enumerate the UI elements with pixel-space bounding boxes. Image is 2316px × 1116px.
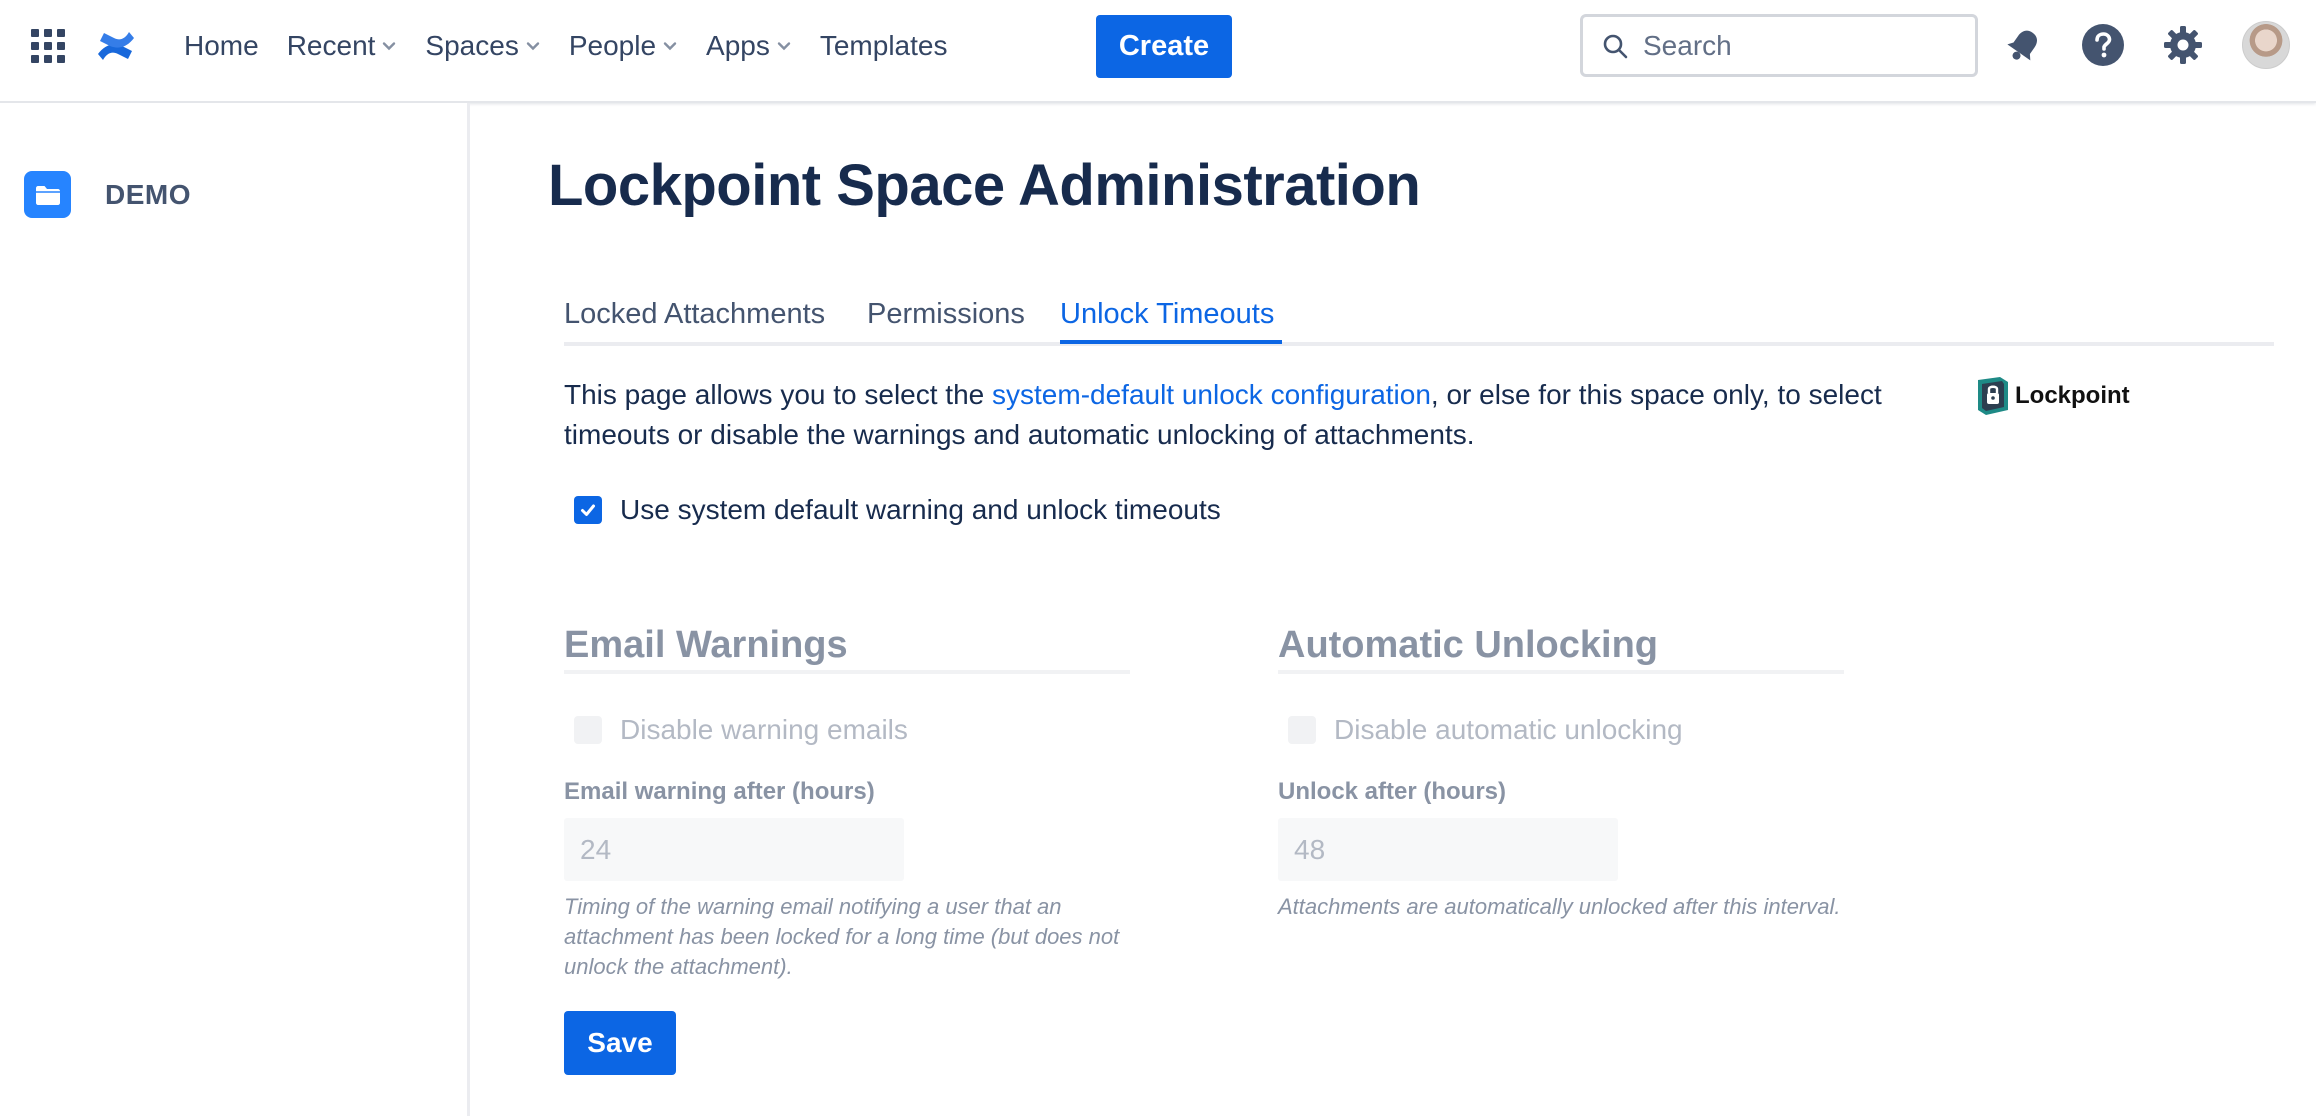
nav-recent[interactable]: Recent xyxy=(273,18,412,74)
primary-nav: Home Recent Spaces People Apps Templates xyxy=(170,0,961,92)
confluence-logo[interactable] xyxy=(94,24,138,68)
nav-apps[interactable]: Apps xyxy=(692,18,806,74)
chevron-down-icon xyxy=(526,42,540,51)
use-default-label: Use system default warning and unlock ti… xyxy=(620,494,1221,525)
space-name: DEMO xyxy=(105,178,191,210)
email-warnings-heading: Email Warnings xyxy=(564,624,848,666)
notification-icon[interactable] xyxy=(2002,23,2046,67)
nav-home-label: Home xyxy=(184,30,259,61)
unlock-help: Attachments are automatically unlocked a… xyxy=(1278,894,1841,919)
disable-auto-unlock-checkbox[interactable] xyxy=(1288,716,1316,744)
app-switcher-icon[interactable] xyxy=(31,29,65,63)
lockpoint-logo: Lockpoint xyxy=(1974,376,2130,416)
disable-auto-unlock-row[interactable]: Disable automatic unlocking xyxy=(1288,714,1683,746)
help-icon[interactable] xyxy=(2081,23,2125,67)
disable-auto-unlock-label: Disable automatic unlocking xyxy=(1334,714,1683,745)
nav-people-label: People xyxy=(568,30,657,61)
checkmark-icon xyxy=(581,504,595,516)
chevron-down-icon xyxy=(663,42,677,51)
automatic-unlocking-heading: Automatic Unlocking xyxy=(1278,624,1659,666)
chevron-down-icon xyxy=(383,42,396,51)
tab-permissions[interactable]: Permissions xyxy=(867,298,1025,331)
search-input[interactable] xyxy=(1643,29,1943,62)
create-button[interactable]: Create xyxy=(1096,15,1232,78)
avatar[interactable] xyxy=(2242,21,2290,69)
nav-spaces-label: Spaces xyxy=(425,30,519,61)
email-warning-hours-input[interactable] xyxy=(564,818,904,881)
chevron-down-icon xyxy=(777,42,791,51)
nav-recent-label: Recent xyxy=(286,30,376,61)
nav-home[interactable]: Home xyxy=(170,18,273,74)
unlock-hours-label: Unlock after (hours) xyxy=(1278,778,1507,805)
intro-text: This page allows you to select the syste… xyxy=(564,375,1894,455)
nav-spaces[interactable]: Spaces xyxy=(411,18,554,74)
save-button[interactable]: Save xyxy=(564,1011,676,1075)
lockpoint-logo-icon xyxy=(1978,377,2008,415)
nav-apps-label: Apps xyxy=(706,30,770,61)
nav-templates-label: Templates xyxy=(819,30,948,61)
use-default-row[interactable]: Use system default warning and unlock ti… xyxy=(574,494,1221,526)
tab-bar: Locked Attachments Permissions Unlock Ti… xyxy=(564,286,2274,346)
lockpoint-logo-text: Lockpoint xyxy=(2015,382,2130,409)
system-default-config-link[interactable]: system-default unlock configuration xyxy=(992,379,1431,410)
sidebar: DEMO xyxy=(0,103,470,1116)
email-warning-help: Timing of the warning email notifying a … xyxy=(564,894,1120,979)
automatic-unlocking-divider xyxy=(1278,670,1844,674)
sidebar-space-demo[interactable]: DEMO xyxy=(24,171,191,218)
tab-unlock-timeouts[interactable]: Unlock Timeouts xyxy=(1060,298,1274,331)
disable-warning-emails-checkbox[interactable] xyxy=(574,716,602,744)
folder-icon xyxy=(24,171,71,218)
page-title: Lockpoint Space Administration xyxy=(548,153,1421,218)
top-navigation: Home Recent Spaces People Apps Templates… xyxy=(0,0,2316,103)
search-icon xyxy=(1603,34,1628,58)
tab-locked-attachments[interactable]: Locked Attachments xyxy=(564,298,825,331)
disable-warning-emails-row[interactable]: Disable warning emails xyxy=(574,714,908,746)
unlock-hours-input[interactable] xyxy=(1278,818,1618,881)
settings-icon[interactable] xyxy=(2161,23,2205,67)
use-default-checkbox[interactable] xyxy=(574,496,602,524)
nav-templates[interactable]: Templates xyxy=(806,18,962,74)
nav-people[interactable]: People xyxy=(555,18,692,74)
intro-text-start: This page allows you to select the xyxy=(564,379,993,410)
disable-warning-emails-label: Disable warning emails xyxy=(620,714,908,745)
active-tab-indicator xyxy=(1060,340,1282,344)
email-warning-hours-label: Email warning after (hours) xyxy=(564,778,875,805)
email-warnings-divider xyxy=(564,670,1130,674)
search-box[interactable] xyxy=(1580,14,1978,77)
